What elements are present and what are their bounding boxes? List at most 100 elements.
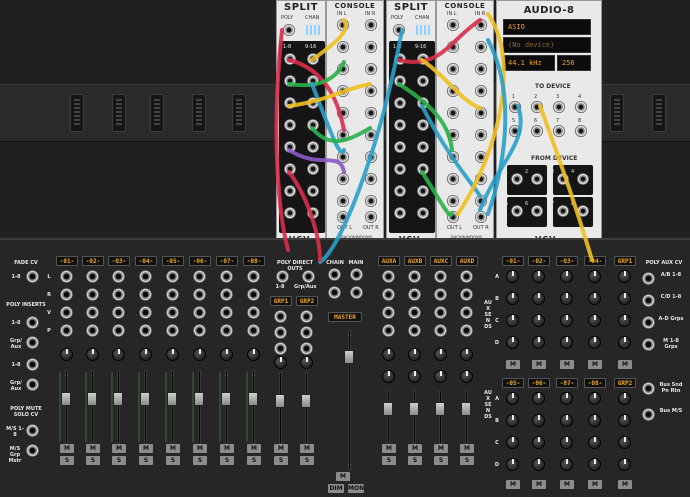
solo-button[interactable]: S	[434, 456, 448, 465]
input-jack[interactable]	[447, 107, 459, 119]
output-jack[interactable]	[417, 185, 429, 197]
aux-cv-jack[interactable]	[642, 408, 655, 421]
output-jack[interactable]	[307, 163, 319, 175]
output-jack[interactable]	[417, 119, 429, 131]
aux-send-knob[interactable]	[560, 436, 573, 449]
mute-button[interactable]: M	[300, 444, 314, 453]
aux-send-knob[interactable]	[560, 292, 573, 305]
channel-input-jack[interactable]	[139, 306, 152, 319]
fade-cv-jack[interactable]	[26, 270, 39, 283]
input-jack[interactable]	[365, 129, 377, 141]
aux-send-knob[interactable]	[588, 336, 601, 349]
aux-cv-jack[interactable]	[642, 294, 655, 307]
from-device-jack[interactable]	[511, 173, 523, 185]
from-device-jack[interactable]	[557, 205, 569, 217]
mute-button[interactable]: M	[382, 444, 396, 453]
out-l-jack[interactable]	[447, 211, 459, 223]
aux-return-jack[interactable]	[434, 270, 447, 283]
input-jack[interactable]	[337, 41, 349, 53]
to-device-jack[interactable]	[509, 125, 521, 137]
channel-input-jack[interactable]	[247, 324, 260, 337]
input-jack[interactable]	[447, 41, 459, 53]
chain-l-jack[interactable]	[328, 268, 341, 281]
channel-input-jack[interactable]	[86, 324, 99, 337]
to-device-jack[interactable]	[575, 125, 587, 137]
channel-input-jack[interactable]	[139, 324, 152, 337]
fader-handle[interactable]	[301, 394, 311, 408]
from-device-jack[interactable]	[577, 205, 589, 217]
aux-send-knob[interactable]	[506, 336, 519, 349]
mute-button[interactable]: M	[460, 444, 474, 453]
input-jack[interactable]	[447, 151, 459, 163]
input-jack[interactable]	[475, 107, 487, 119]
channel-input-jack[interactable]	[166, 306, 179, 319]
group-input-jack[interactable]	[274, 326, 287, 339]
input-jack[interactable]	[365, 63, 377, 75]
output-jack[interactable]	[394, 163, 406, 175]
aux-send-knob[interactable]	[560, 414, 573, 427]
aux-send-knob[interactable]	[588, 414, 601, 427]
send-mute-button[interactable]: M	[588, 480, 602, 489]
output-jack[interactable]	[284, 207, 296, 219]
channel-input-jack[interactable]	[220, 324, 233, 337]
channel-input-jack[interactable]	[166, 324, 179, 337]
from-device-jack[interactable]	[511, 205, 523, 217]
group-input-jack[interactable]	[300, 310, 313, 323]
aux-send-knob[interactable]	[532, 414, 545, 427]
output-jack[interactable]	[394, 119, 406, 131]
aux-fader-handle[interactable]	[409, 402, 419, 416]
aux-send-knob[interactable]	[588, 314, 601, 327]
aux-send-knob[interactable]	[588, 458, 601, 471]
aux-send-knob[interactable]	[618, 458, 631, 471]
output-jack[interactable]	[417, 97, 429, 109]
output-jack[interactable]	[394, 97, 406, 109]
channel-input-jack[interactable]	[193, 288, 206, 301]
pan-knob[interactable]	[193, 348, 206, 361]
channel-input-jack[interactable]	[193, 306, 206, 319]
channel-input-jack[interactable]	[220, 288, 233, 301]
send-mute-button[interactable]: M	[618, 480, 632, 489]
send-mute-button[interactable]: M	[588, 360, 602, 369]
input-jack[interactable]	[447, 173, 459, 185]
input-jack[interactable]	[337, 151, 349, 163]
aux-send-knob[interactable]	[532, 436, 545, 449]
output-jack[interactable]	[417, 163, 429, 175]
mute-button[interactable]: M	[274, 444, 288, 453]
to-device-jack[interactable]	[553, 101, 565, 113]
device-display[interactable]: (No device)	[503, 37, 591, 53]
aux-send-knob[interactable]	[532, 458, 545, 471]
output-jack[interactable]	[394, 141, 406, 153]
poly-input-jack[interactable]	[283, 24, 295, 36]
aux-return-jack[interactable]	[434, 306, 447, 319]
out-r-jack[interactable]	[365, 211, 377, 223]
output-jack[interactable]	[394, 75, 406, 87]
solo-button[interactable]: S	[166, 456, 180, 465]
mute-cv-jack[interactable]	[26, 424, 39, 437]
input-jack[interactable]	[447, 85, 459, 97]
mute-button[interactable]: M	[408, 444, 422, 453]
output-jack[interactable]	[307, 53, 319, 65]
aux-send-knob[interactable]	[560, 458, 573, 471]
direct-out-jack[interactable]	[276, 270, 289, 283]
solo-button[interactable]: S	[220, 456, 234, 465]
mute-button[interactable]: M	[220, 444, 234, 453]
aux-cv-jack[interactable]	[642, 272, 655, 285]
channel-input-jack[interactable]	[193, 270, 206, 283]
channel-input-jack[interactable]	[247, 288, 260, 301]
input-jack[interactable]	[337, 19, 349, 31]
aux-send-knob[interactable]	[618, 270, 631, 283]
aux-send-knob[interactable]	[506, 314, 519, 327]
insert-send-jack[interactable]	[26, 316, 39, 329]
aux-send-knob[interactable]	[506, 392, 519, 405]
aux-return-jack[interactable]	[434, 288, 447, 301]
send-mute-button[interactable]: M	[560, 480, 574, 489]
fader-handle[interactable]	[248, 392, 258, 406]
aux-send-knob[interactable]	[506, 292, 519, 305]
mon-button[interactable]: MON	[348, 484, 364, 493]
send-mute-button[interactable]: M	[506, 360, 520, 369]
aux-send-knob[interactable]	[560, 392, 573, 405]
send-mute-button[interactable]: M	[532, 360, 546, 369]
pan-knob[interactable]	[247, 348, 260, 361]
to-device-jack[interactable]	[575, 101, 587, 113]
aux-knob[interactable]	[434, 348, 447, 361]
